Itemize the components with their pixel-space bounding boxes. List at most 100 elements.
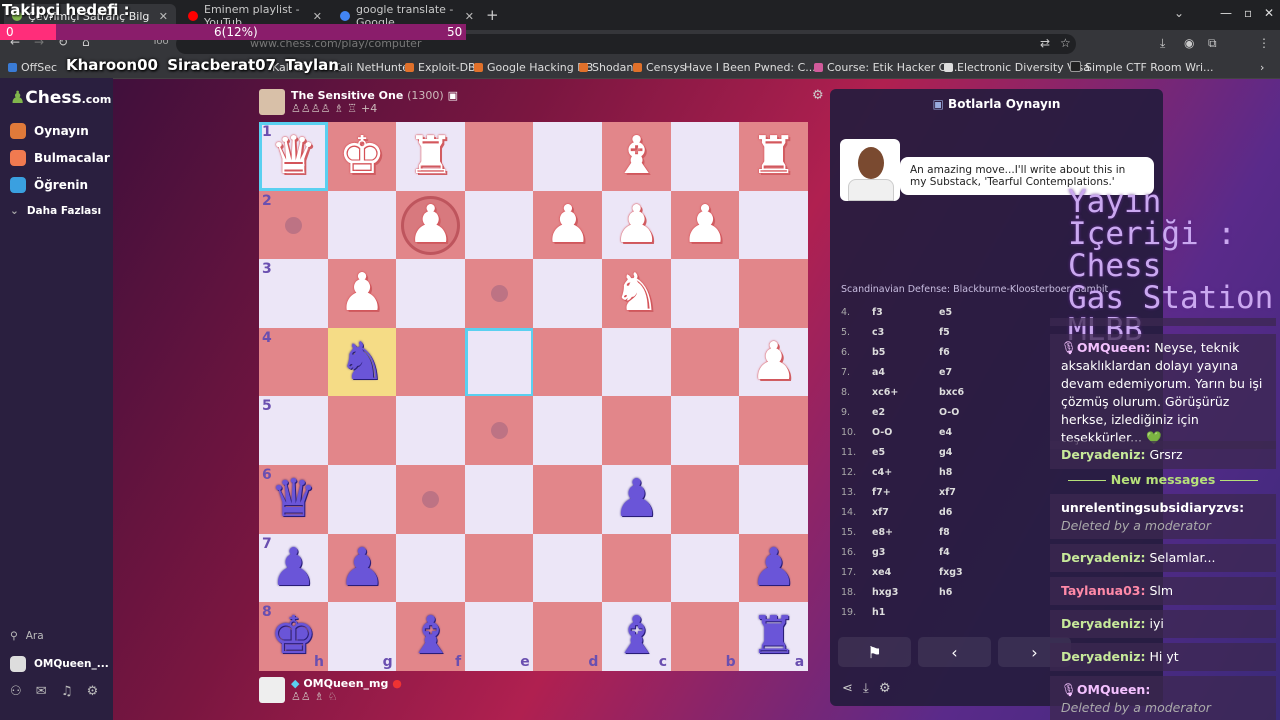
square-f4[interactable] [396, 327, 466, 397]
move-hint-dot[interactable] [422, 491, 440, 508]
white-piece[interactable]: ♟ [396, 191, 465, 260]
square-g6[interactable] [327, 465, 397, 534]
sidebar-item-puzzles[interactable]: Bulmacalar [10, 150, 110, 166]
white-move[interactable]: c4+ [872, 467, 892, 478]
white-move[interactable]: b5 [872, 347, 885, 358]
square-f5[interactable] [396, 396, 466, 466]
black-piece[interactable]: ♟ [602, 465, 671, 534]
white-move[interactable]: xe4 [872, 567, 891, 578]
bookmark-course[interactable]: Course: Etik Hacker Ol... [814, 61, 961, 74]
square-b1[interactable] [670, 122, 740, 191]
square-g7[interactable]: ♟ [327, 533, 397, 603]
square-a5[interactable] [739, 396, 809, 466]
square-e5[interactable] [464, 396, 534, 466]
black-move[interactable]: O-O [939, 407, 959, 418]
profile-icon[interactable]: ◉ [1184, 36, 1194, 50]
square-a4[interactable]: ♟ [739, 327, 809, 397]
sidebar-user[interactable]: OMQueen_... [10, 656, 109, 672]
square-b2[interactable]: ♟ [670, 190, 740, 260]
square-d3[interactable] [533, 259, 603, 329]
square-f7[interactable] [396, 533, 466, 603]
maximize-icon[interactable]: ▫ [1244, 6, 1252, 20]
square-g8[interactable]: g [327, 602, 397, 672]
white-move[interactable]: e2 [872, 407, 885, 418]
close-icon[interactable]: ✕ [159, 10, 168, 23]
black-piece[interactable]: ♛ [259, 465, 328, 534]
square-b3[interactable] [670, 259, 740, 329]
square-b5[interactable] [670, 396, 740, 466]
square-h1[interactable]: 1 ♛ [259, 122, 328, 191]
chess-logo[interactable]: ♟Chess.com [10, 88, 111, 108]
white-piece[interactable]: ♝ [602, 122, 671, 191]
square-f8[interactable]: f ♝ [396, 602, 466, 672]
bookmark-ghdb[interactable]: Google Hacking DB [474, 61, 593, 74]
new-tab-button[interactable]: + [486, 6, 499, 24]
square-h7[interactable]: 7 ♟ [259, 533, 328, 603]
square-f2[interactable]: ♟ [396, 190, 466, 260]
square-b4[interactable] [670, 327, 740, 397]
white-move[interactable]: a4 [872, 367, 885, 378]
white-move[interactable]: e5 [872, 447, 885, 458]
square-a7[interactable]: ♟ [739, 533, 809, 603]
black-move[interactable]: f8 [939, 527, 950, 538]
square-a6[interactable] [739, 465, 809, 534]
white-piece[interactable]: ♟ [328, 259, 397, 328]
white-piece[interactable]: ♟ [739, 328, 808, 397]
black-piece[interactable]: ♝ [396, 602, 465, 671]
square-h4[interactable]: 4 [259, 327, 328, 397]
white-move[interactable]: g3 [872, 547, 885, 558]
square-c5[interactable] [602, 396, 671, 466]
black-move[interactable]: h8 [939, 467, 952, 478]
close-icon[interactable]: ✕ [465, 10, 474, 23]
square-f3[interactable] [396, 259, 466, 329]
white-piece[interactable]: ♜ [396, 122, 465, 191]
square-c6[interactable]: ♟ [602, 465, 671, 534]
sidebar-item-more[interactable]: ⌄ Daha Fazlası [10, 205, 101, 217]
sidebar-search[interactable]: ⚲ Ara [10, 630, 44, 642]
square-a1[interactable]: ♜ [739, 122, 809, 191]
square-d2[interactable]: ♟ [533, 190, 603, 260]
black-piece[interactable]: ♚ [259, 602, 328, 671]
black-piece[interactable]: ♜ [739, 602, 808, 671]
white-move[interactable]: f3 [872, 307, 883, 318]
square-e6[interactable] [464, 465, 534, 534]
close-window-icon[interactable]: ✕ [1264, 6, 1274, 20]
close-icon[interactable]: ✕ [313, 10, 322, 23]
download-icon[interactable]: ⤓ [1160, 36, 1165, 51]
white-piece[interactable]: ♟ [602, 191, 671, 260]
share-icon[interactable]: ⋖ [842, 681, 853, 696]
white-move[interactable]: e8+ [872, 527, 893, 538]
black-move[interactable]: e7 [939, 367, 952, 378]
white-piece[interactable]: ♞ [602, 259, 671, 328]
gear-icon[interactable]: ⚙ [879, 681, 891, 696]
resign-button[interactable]: ⚑ [838, 637, 911, 667]
black-piece[interactable]: ♞ [328, 328, 397, 397]
square-d6[interactable] [533, 465, 603, 534]
black-piece[interactable]: ♟ [328, 534, 397, 603]
square-e8[interactable]: e [464, 602, 534, 672]
square-e1[interactable] [464, 122, 534, 191]
tab-list-chevron-icon[interactable]: ⌄ [1174, 6, 1184, 20]
bookmark-hibp[interactable]: Have I Been Pwned: C... [684, 61, 816, 74]
white-piece[interactable]: ♛ [259, 122, 328, 191]
black-move[interactable]: f4 [939, 547, 950, 558]
square-d8[interactable]: d [533, 602, 603, 672]
bookmark-offsec[interactable]: OffSec [8, 61, 57, 74]
black-piece[interactable]: ♝ [602, 602, 671, 671]
square-f1[interactable]: ♜ [396, 122, 466, 191]
black-move[interactable]: f5 [939, 327, 950, 338]
previous-move-button[interactable]: ‹ [918, 637, 991, 667]
black-move[interactable]: bxc6 [939, 387, 964, 398]
board-settings-gear-icon[interactable]: ⚙ [812, 88, 824, 103]
bookmarks-overflow-chevron-icon[interactable]: › [1260, 61, 1264, 74]
mail-icon[interactable]: ✉ [36, 684, 47, 699]
bell-icon[interactable]: ♫ [61, 684, 73, 699]
extensions-icon[interactable]: ⧉ [1208, 36, 1217, 51]
square-a8[interactable]: a ♜ [739, 602, 809, 672]
bookmark-star-icon[interactable]: ☆ [1060, 36, 1071, 50]
square-c4[interactable] [602, 327, 671, 397]
square-c3[interactable]: ♞ [602, 259, 671, 329]
square-e7[interactable] [464, 533, 534, 603]
square-h8[interactable]: 8 h ♚ [259, 602, 328, 672]
white-move[interactable]: c3 [872, 327, 884, 338]
